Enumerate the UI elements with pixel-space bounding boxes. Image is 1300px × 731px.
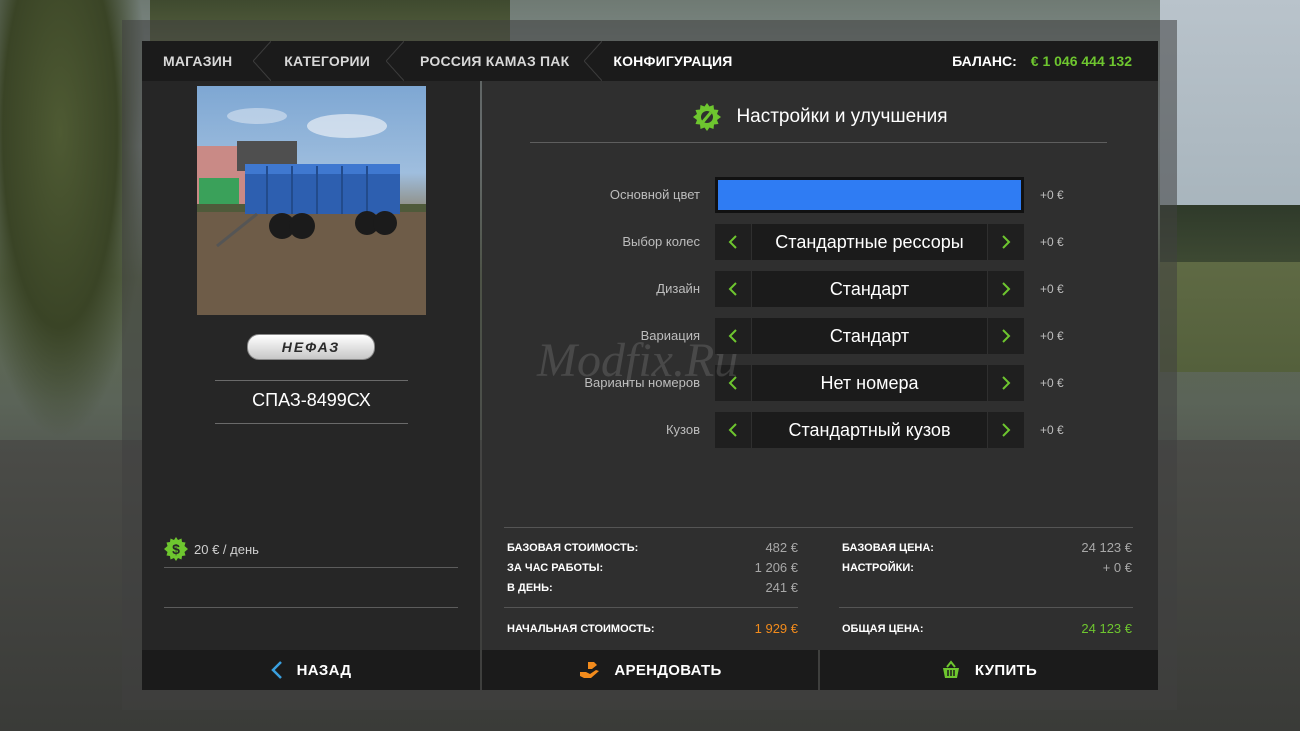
chevron-right-icon[interactable] [988, 365, 1024, 401]
chevron-right-icon[interactable] [988, 318, 1024, 354]
breadcrumb-separator [251, 41, 272, 81]
total-price-label: ОБЩАЯ ЦЕНА: [842, 623, 924, 635]
option-label: Основной цвет [609, 187, 700, 202]
color-picker[interactable] [715, 177, 1024, 213]
breadcrumb-shop[interactable]: МАГАЗИН [163, 41, 232, 81]
breadcrumb-separator [384, 41, 405, 81]
body-selector: Стандартный кузов [715, 412, 1024, 448]
option-price: +0 € [1040, 188, 1064, 202]
summary-label: НАСТРОЙКИ: [842, 562, 914, 574]
divider [504, 527, 1133, 528]
option-body: Кузов Стандартный кузов +0 € [482, 412, 1158, 448]
breadcrumb-separator [582, 41, 603, 81]
balance-display: БАЛАНС: € 1 046 444 132 [952, 41, 1132, 81]
basket-icon [942, 660, 959, 678]
option-label: Кузов [665, 422, 700, 437]
svg-text:$: $ [172, 541, 180, 557]
summary-label: БАЗОВАЯ СТОИМОСТЬ: [507, 542, 639, 554]
configuration-title: Настройки и улучшения [736, 106, 948, 127]
divider [164, 567, 458, 568]
background-field [1160, 262, 1300, 372]
balance-label: БАЛАНС: [952, 53, 1017, 69]
chevron-left-icon [270, 661, 282, 679]
option-price: +0 € [1040, 329, 1064, 343]
background-treeline [1160, 205, 1300, 265]
selector-value: Стандартный кузов [751, 412, 988, 448]
background-sky [1160, 0, 1300, 210]
buy-button-label: КУПИТЬ [974, 661, 1038, 679]
back-button[interactable]: НАЗАД [142, 650, 480, 690]
chevron-left-icon[interactable] [715, 224, 751, 260]
summary-value: 1 206 € [754, 560, 798, 575]
breadcrumb-categories[interactable]: КАТЕГОРИИ [284, 41, 370, 81]
money-gear-icon: $ [164, 537, 188, 561]
chevron-right-icon[interactable] [988, 412, 1024, 448]
divider [839, 607, 1133, 608]
configuration-panel: Настройки и улучшения Основной цвет +0 €… [482, 81, 1158, 650]
watermark: Modfix.Ru [537, 334, 739, 387]
option-price: +0 € [1040, 376, 1064, 390]
initial-cost-label: НАЧАЛЬНАЯ СТОИМОСТЬ: [507, 623, 655, 635]
upkeep-text: 20 € / день [194, 541, 259, 557]
lease-button[interactable]: АРЕНДОВАТЬ [482, 650, 818, 690]
chevron-left-icon[interactable] [715, 412, 751, 448]
breadcrumb-brand-pack[interactable]: РОССИЯ КАМАЗ ПАК [420, 41, 569, 81]
chevron-right-icon[interactable] [988, 224, 1024, 260]
vehicle-info-panel: НЕФАЗ СПАЗ-8499СХ $ 20 € / день [142, 81, 480, 650]
lease-hand-icon [580, 662, 600, 678]
back-button-label: НАЗАД [296, 661, 352, 679]
summary-label: БАЗОВАЯ ЦЕНА: [842, 542, 934, 554]
summary-label: В ДЕНЬ: [507, 582, 553, 594]
option-price: +0 € [1040, 282, 1064, 296]
breadcrumb-configuration: КОНФИГУРАЦИЯ [613, 53, 733, 69]
balance-value: € 1 046 444 132 [1030, 53, 1132, 69]
license-plate-selector: Нет номера [715, 365, 1024, 401]
total-price-value: 24 123 € [1081, 621, 1132, 636]
lease-button-label: АРЕНДОВАТЬ [614, 661, 722, 679]
design-selector: Стандарт [715, 271, 1024, 307]
option-label: Дизайн [656, 281, 700, 296]
option-design: Дизайн Стандарт +0 € [482, 271, 1158, 307]
divider [215, 380, 408, 381]
daily-upkeep: $ 20 € / день [164, 537, 259, 561]
wheels-selector: Стандартные рессоры [715, 224, 1024, 260]
vehicle-name: СПАЗ-8499СХ [252, 390, 371, 410]
selector-value: Нет номера [751, 365, 988, 401]
option-price: +0 € [1040, 423, 1064, 437]
divider [530, 142, 1107, 143]
divider [504, 607, 798, 608]
option-primary-color: Основной цвет +0 € [482, 177, 1158, 213]
selector-value: Стандарт [751, 318, 988, 354]
wrench-gear-icon [693, 103, 722, 131]
summary-value: 24 123 € [1081, 540, 1132, 555]
buy-button[interactable]: КУПИТЬ [820, 650, 1158, 690]
option-price: +0 € [1040, 235, 1064, 249]
divider [215, 423, 408, 424]
divider [164, 607, 458, 608]
selector-value: Стандартные рессоры [751, 224, 988, 260]
chevron-right-icon[interactable] [988, 271, 1024, 307]
summary-value: + 0 € [1102, 560, 1132, 575]
option-label: Выбор колес [622, 234, 700, 249]
summary-value: 241 € [765, 580, 798, 595]
configuration-header: Настройки и улучшения [482, 99, 1158, 135]
color-swatch-fill [718, 180, 1021, 210]
top-bar: МАГАЗИН КАТЕГОРИИ РОССИЯ КАМАЗ ПАК КОНФИ… [142, 41, 1158, 81]
chevron-left-icon[interactable] [715, 271, 751, 307]
selector-value: Стандарт [751, 271, 988, 307]
vehicle-preview-image [197, 86, 426, 315]
brand-logo: НЕФАЗ [247, 334, 375, 360]
variation-selector: Стандарт [715, 318, 1024, 354]
option-wheels: Выбор колес Стандартные рессоры +0 € [482, 224, 1158, 260]
summary-label: ЗА ЧАС РАБОТЫ: [507, 562, 604, 574]
summary-value: 482 € [765, 540, 798, 555]
initial-cost-value: 1 929 € [754, 621, 798, 636]
